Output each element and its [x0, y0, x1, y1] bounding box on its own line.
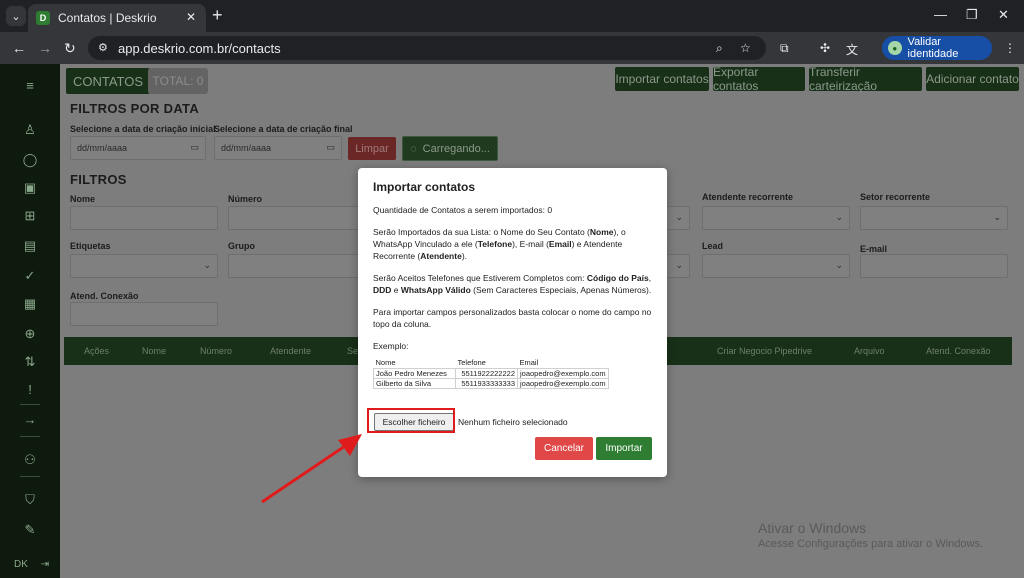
windows-watermark-title: Ativar o Windows — [758, 520, 867, 536]
windows-watermark-text: Acesse Configurações para ativar o Windo… — [758, 538, 983, 550]
annotation-arrow-icon — [261, 434, 362, 504]
